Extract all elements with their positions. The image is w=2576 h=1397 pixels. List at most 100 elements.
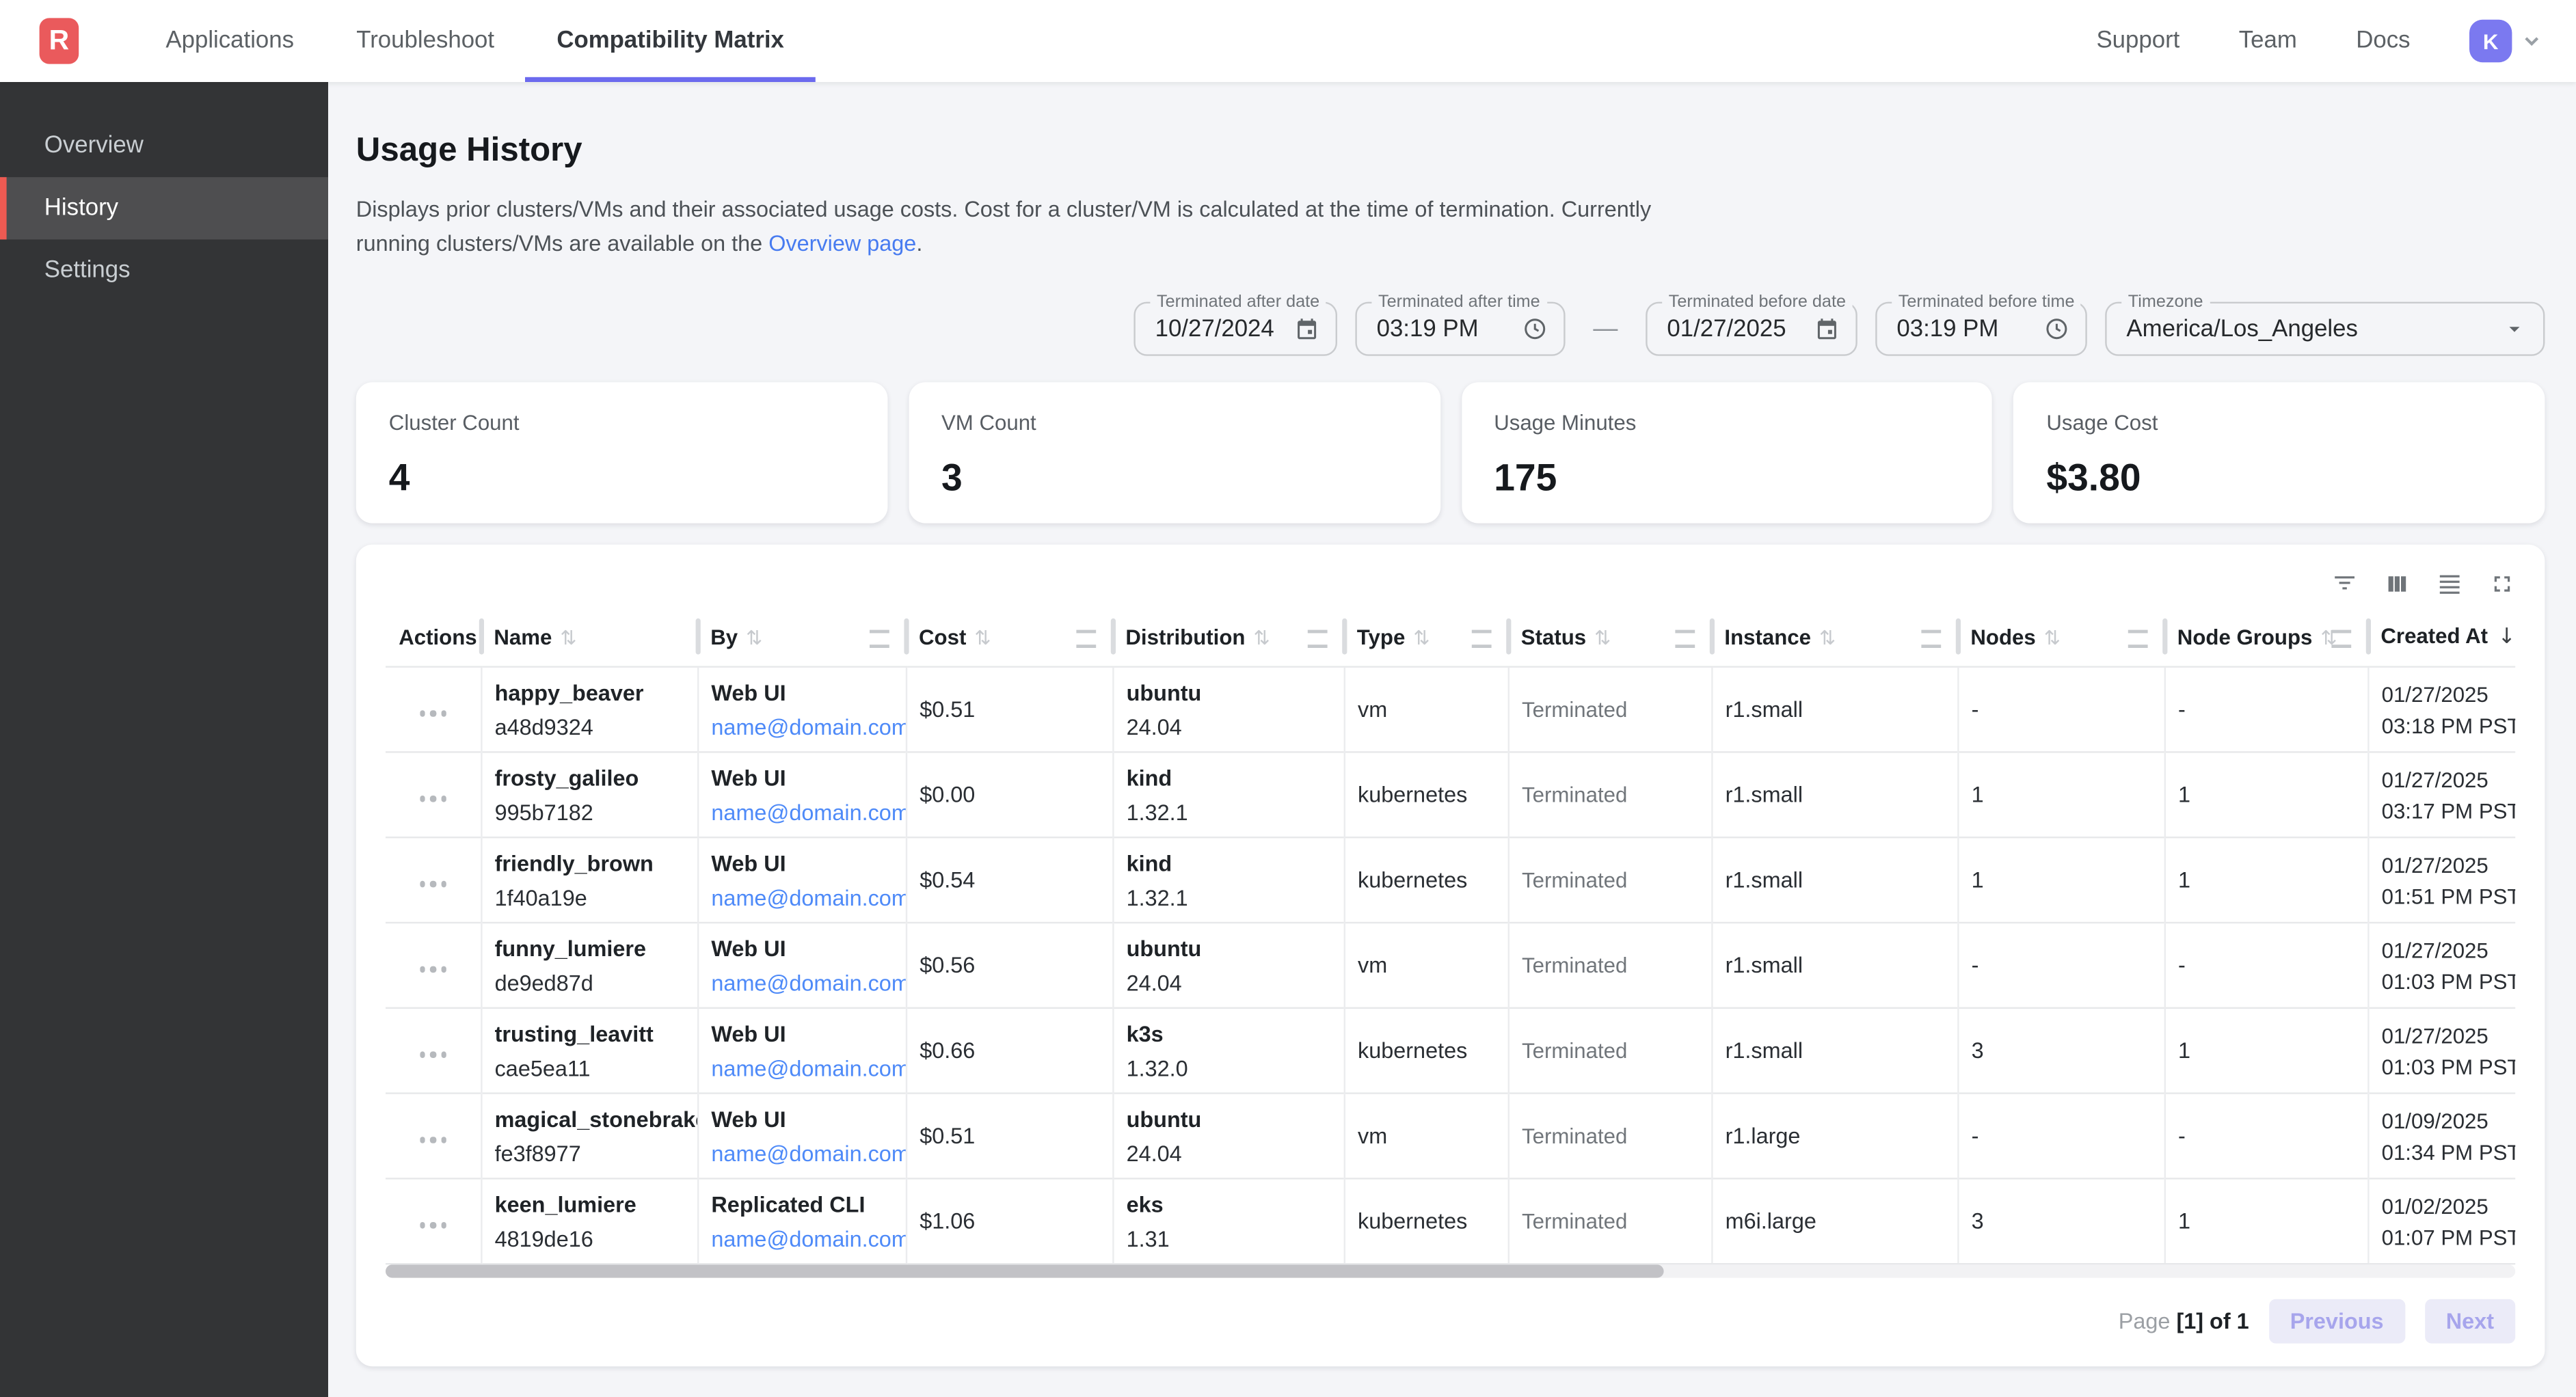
node-groups-value: - <box>2178 697 2186 722</box>
page-description-line2: clusters/VMs are available on the <box>436 231 768 256</box>
distribution-name: ubuntu <box>1127 680 1330 705</box>
row-actions-button[interactable] <box>413 789 453 808</box>
avatar[interactable]: K <box>2469 20 2512 62</box>
stat-card-vm-count: VM Count 3 <box>909 382 1440 523</box>
cluster-id: 995b7182 <box>495 800 684 824</box>
column-header-status[interactable]: Status⇅ <box>1508 607 1712 667</box>
instance-value: r1.small <box>1726 1038 1803 1063</box>
column-header-nodes[interactable]: Nodes⇅ <box>1957 607 2164 667</box>
column-header-type[interactable]: Type⇅ <box>1344 607 1508 667</box>
type-value: kubernetes <box>1358 783 1467 807</box>
account-menu[interactable]: K <box>2469 20 2543 62</box>
cluster-name: friendly_brown <box>495 850 684 875</box>
row-actions-button[interactable] <box>413 1215 453 1234</box>
density-icon[interactable] <box>2437 571 2463 597</box>
clock-icon[interactable] <box>2044 316 2069 341</box>
terminated-after-time-field[interactable]: Terminated after time 03:19 PM <box>1355 302 1565 356</box>
column-drag-handle[interactable] <box>870 630 889 648</box>
type-value: vm <box>1358 697 1387 722</box>
fullscreen-icon[interactable] <box>2489 571 2515 597</box>
created-by-email-link[interactable]: name@domain.com <box>711 971 891 995</box>
sort-icon[interactable]: ⇅ <box>1413 626 1430 649</box>
row-actions-button[interactable] <box>413 1045 453 1064</box>
cost-value: $0.54 <box>920 868 975 893</box>
column-header-node-groups[interactable]: Node Groups⇅ <box>2164 607 2368 667</box>
column-drag-handle[interactable] <box>1472 630 1492 648</box>
scrollbar-thumb[interactable] <box>386 1264 1663 1277</box>
terminated-after-date-field[interactable]: Terminated after date 10/27/2024 <box>1133 302 1337 356</box>
stat-card-usage-minutes: Usage Minutes 175 <box>1461 382 1992 523</box>
nav-link-support[interactable]: Support <box>2096 28 2179 54</box>
terminated-before-time-field[interactable]: Terminated before time 03:19 PM <box>1875 302 2087 356</box>
cluster-id: cae5ea11 <box>495 1055 684 1080</box>
distribution-name: kind <box>1127 765 1330 790</box>
created-time: 01:34 PM PST <box>2382 1136 2502 1167</box>
nav-link-team[interactable]: Team <box>2239 28 2297 54</box>
sort-icon[interactable]: ⇅ <box>1253 626 1270 649</box>
created-by-email-link[interactable]: name@domain.com <box>711 1141 891 1165</box>
status-value: Terminated <box>1522 953 1627 977</box>
sidebar-item-history[interactable]: History <box>0 177 328 239</box>
cost-value: $0.00 <box>920 783 975 807</box>
column-drag-handle[interactable] <box>1308 630 1328 648</box>
column-header-instance[interactable]: Instance⇅ <box>1711 607 1957 667</box>
nav-tab-troubleshoot[interactable]: Troubleshoot <box>325 0 526 82</box>
sort-icon[interactable]: ⇅ <box>974 626 991 649</box>
sort-descending-icon[interactable]: ↓ <box>2497 625 2515 649</box>
cluster-id: fe3f8977 <box>495 1141 684 1165</box>
nav-tab-applications[interactable]: Applications <box>135 0 325 82</box>
sidebar-item-settings[interactable]: Settings <box>0 239 328 301</box>
created-by-email-link[interactable]: name@domain.com <box>711 885 891 910</box>
overview-page-link[interactable]: Overview page <box>768 231 916 256</box>
cluster-id: 1f40a19e <box>495 885 684 910</box>
sidebar-item-overview[interactable]: Overview <box>0 115 328 177</box>
terminated-before-date-field[interactable]: Terminated before date 01/27/2025 <box>1646 302 1857 356</box>
calendar-icon[interactable] <box>1295 316 1319 341</box>
nodes-value: 1 <box>1972 868 1984 893</box>
instance-value: r1.large <box>1726 1124 1801 1148</box>
column-drag-handle[interactable] <box>1675 630 1695 648</box>
created-time: 01:07 PM PST <box>2382 1221 2502 1253</box>
created-by-email-link[interactable]: name@domain.com <box>711 800 891 824</box>
sort-icon[interactable]: ⇅ <box>2044 626 2061 649</box>
column-drag-handle[interactable] <box>1076 630 1096 648</box>
row-actions-button[interactable] <box>413 874 453 893</box>
replicated-logo-icon[interactable]: R <box>40 18 79 64</box>
sort-icon[interactable]: ⇅ <box>1819 626 1836 649</box>
sort-icon[interactable]: ⇅ <box>560 626 576 649</box>
horizontal-scrollbar[interactable] <box>386 1264 2515 1277</box>
primary-nav: Applications Troubleshoot Compatibility … <box>135 0 816 82</box>
created-date: 01/27/2025 <box>2382 849 2502 880</box>
row-actions-button[interactable] <box>413 960 453 979</box>
distribution-version: 1.32.1 <box>1127 800 1330 824</box>
columns-icon[interactable] <box>2384 571 2410 597</box>
usage-history-table: Actions Name⇅ By⇅ Cost⇅ Distribution⇅ Ty… <box>386 607 2515 1264</box>
column-header-name[interactable]: Name⇅ <box>481 607 697 667</box>
node-groups-value: - <box>2178 1124 2186 1148</box>
previous-page-button[interactable]: Previous <box>2268 1299 2404 1344</box>
column-header-by[interactable]: By⇅ <box>697 607 906 667</box>
nav-link-docs[interactable]: Docs <box>2356 28 2410 54</box>
timezone-select[interactable]: Timezone America/Los_Angeles <box>2105 302 2545 356</box>
column-drag-handle[interactable] <box>2128 630 2148 648</box>
next-page-button[interactable]: Next <box>2425 1299 2516 1344</box>
clock-icon[interactable] <box>1522 316 1547 341</box>
nav-tab-compatibility-matrix[interactable]: Compatibility Matrix <box>526 0 816 82</box>
nodes-value: - <box>1972 1124 1979 1148</box>
node-groups-value: 1 <box>2178 783 2190 807</box>
created-by-email-link[interactable]: name@domain.com <box>711 1055 891 1080</box>
row-actions-button[interactable] <box>413 704 453 723</box>
column-header-cost[interactable]: Cost⇅ <box>906 607 1112 667</box>
column-drag-handle[interactable] <box>1921 630 1941 648</box>
sort-icon[interactable]: ⇅ <box>1594 626 1611 649</box>
calendar-icon[interactable] <box>1814 316 1839 341</box>
cluster-name: magical_stonebraker <box>495 1107 684 1131</box>
column-header-created-at[interactable]: Created At↓ <box>2367 607 2515 667</box>
filter-icon[interactable] <box>2331 571 2357 597</box>
column-drag-handle[interactable] <box>2331 630 2351 648</box>
row-actions-button[interactable] <box>413 1130 453 1150</box>
column-header-distribution[interactable]: Distribution⇅ <box>1112 607 1343 667</box>
created-by-email-link[interactable]: name@domain.com <box>711 714 891 739</box>
sort-icon[interactable]: ⇅ <box>746 626 762 649</box>
created-by-email-link[interactable]: name@domain.com <box>711 1226 891 1251</box>
